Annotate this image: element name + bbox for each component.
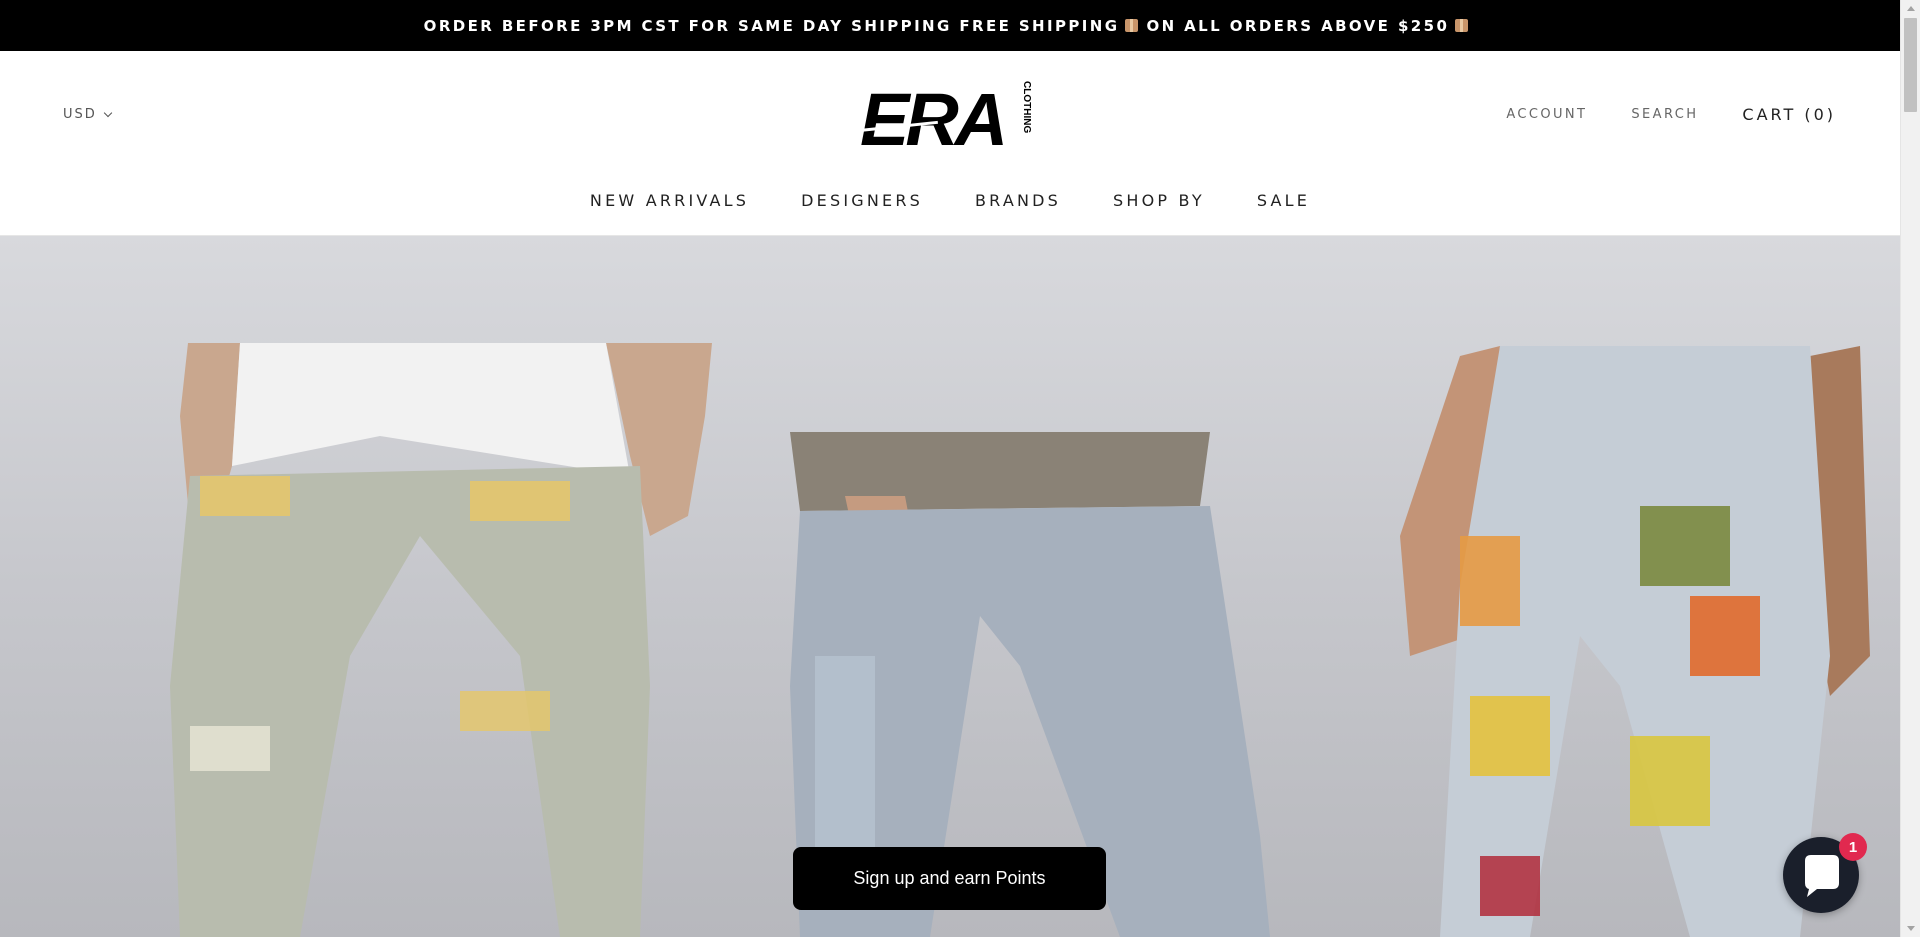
scrollbar-thumb[interactable] — [1904, 18, 1917, 112]
jeans-left-figure — [170, 343, 712, 937]
scroll-up-arrow-icon[interactable] — [1907, 6, 1915, 11]
chevron-down-icon — [103, 108, 113, 117]
currency-label: USD — [63, 107, 97, 122]
announcement-text-1: ORDER BEFORE 3PM CST FOR SAME DAY SHIPPI… — [423, 16, 1120, 35]
site-logo[interactable]: ERA CLOTHING — [858, 78, 1046, 161]
logo-subtext: CLOTHING — [1021, 81, 1032, 133]
account-link[interactable]: ACCOUNT — [1506, 107, 1587, 122]
logo-text: ERA — [860, 79, 1004, 151]
page-scrollbar[interactable] — [1900, 0, 1920, 937]
main-nav: NEW ARRIVALS DESIGNERS BRANDS SHOP BY SA… — [0, 191, 1900, 210]
nav-item-sale[interactable]: SALE — [1257, 191, 1310, 210]
hero-banner[interactable] — [0, 236, 1900, 937]
package-icon — [1125, 19, 1139, 32]
hero-image — [170, 343, 1870, 937]
currency-selector[interactable]: USD — [63, 107, 113, 122]
header-links: ACCOUNT SEARCH CART (0) — [1462, 105, 1836, 124]
chat-notification-badge: 1 — [1839, 833, 1867, 861]
nav-item-new-arrivals[interactable]: NEW ARRIVALS — [590, 191, 749, 210]
cart-link[interactable]: CART (0) — [1742, 105, 1836, 124]
nav-item-shop-by[interactable]: SHOP BY — [1113, 191, 1205, 210]
site-header: USD ERA CLOTHING ACCOUNT SEARCH CART (0)… — [0, 51, 1900, 236]
page: ORDER BEFORE 3PM CST FOR SAME DAY SHIPPI… — [0, 0, 1920, 937]
rewards-signup-button[interactable]: Sign up and earn Points — [793, 847, 1106, 910]
package-icon — [1455, 19, 1469, 32]
nav-item-brands[interactable]: BRANDS — [975, 191, 1061, 210]
announcement-bar: ORDER BEFORE 3PM CST FOR SAME DAY SHIPPI… — [0, 0, 1900, 51]
search-link[interactable]: SEARCH — [1631, 107, 1698, 122]
announcement-text-2: ON ALL ORDERS ABOVE $250 — [1146, 16, 1450, 35]
scroll-down-arrow-icon[interactable] — [1907, 926, 1915, 931]
nav-item-designers[interactable]: DESIGNERS — [801, 191, 923, 210]
